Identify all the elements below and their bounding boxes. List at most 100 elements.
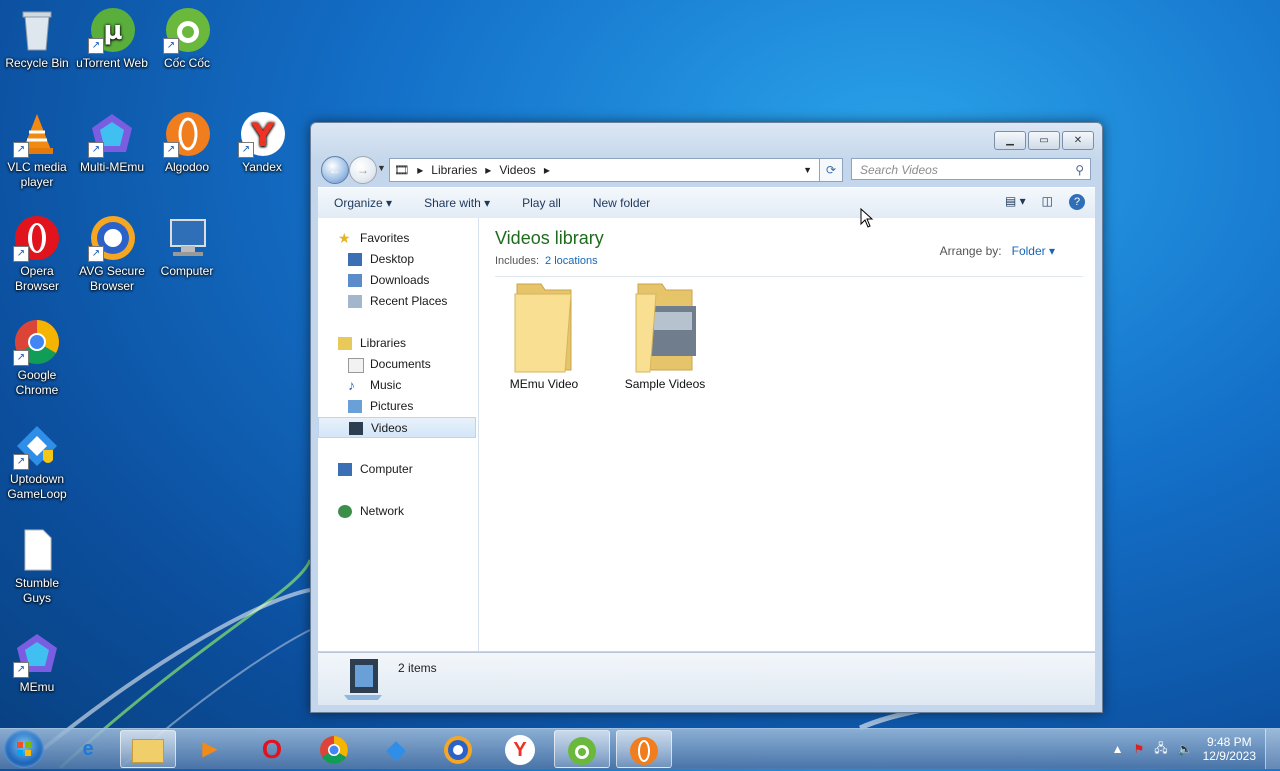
folder-item[interactable]: Sample Videos bbox=[610, 280, 720, 391]
algodoo-icon bbox=[630, 736, 658, 765]
taskbar-media-player[interactable]: ▶ bbox=[182, 730, 238, 768]
nav-desktop[interactable]: Desktop bbox=[318, 249, 476, 270]
memu-icon: ↗ bbox=[13, 630, 61, 678]
desktop-icon-coccoc[interactable]: ↗ Cốc Cốc bbox=[150, 6, 224, 71]
help-icon[interactable]: ? bbox=[1069, 194, 1085, 210]
media-player-icon: ▶ bbox=[202, 738, 218, 760]
taskbar-internet-explorer[interactable]: e bbox=[60, 730, 116, 768]
taskbar-windows-explorer[interactable] bbox=[120, 730, 176, 768]
recent-pages-dropdown-icon[interactable]: ▼ bbox=[377, 163, 386, 173]
documents-icon bbox=[348, 358, 364, 373]
desktop-icon-gameloop[interactable]: ↗ Uptodown GameLoop bbox=[0, 422, 74, 502]
breadcrumb-separator-icon: ▸ bbox=[485, 163, 492, 177]
share-with-button[interactable]: Share with ▾ bbox=[408, 196, 506, 210]
taskbar-avg-browser[interactable] bbox=[430, 730, 486, 768]
desktop-icon-stumble-guys[interactable]: Stumble Guys bbox=[0, 526, 74, 606]
play-all-button[interactable]: Play all bbox=[506, 196, 577, 210]
desktop-icon-memu[interactable]: ↗ MEmu bbox=[0, 630, 74, 695]
nav-computer[interactable]: Computer bbox=[318, 459, 476, 480]
taskbar-opera[interactable]: O bbox=[244, 730, 300, 768]
gameloop-icon: ↗ bbox=[13, 422, 61, 470]
breadcrumb-separator-icon: ▸ bbox=[543, 163, 550, 177]
shortcut-arrow-icon: ↗ bbox=[88, 38, 104, 54]
downloads-icon bbox=[348, 274, 362, 287]
coccoc-icon bbox=[568, 736, 596, 765]
shortcut-arrow-icon: ↗ bbox=[88, 246, 104, 262]
organize-button[interactable]: Organize ▾ bbox=[318, 196, 408, 210]
desktop-icon-chrome[interactable]: ↗ Google Chrome bbox=[0, 318, 74, 398]
nav-network[interactable]: Network bbox=[318, 501, 476, 522]
folder-item[interactable]: MEmu Video bbox=[489, 280, 599, 391]
shortcut-arrow-icon: ↗ bbox=[88, 142, 104, 158]
locations-link[interactable]: 2 locations bbox=[545, 255, 598, 267]
shortcut-arrow-icon: ↗ bbox=[13, 662, 29, 678]
nav-videos[interactable]: Videos bbox=[318, 417, 476, 438]
nav-documents[interactable]: Documents bbox=[318, 354, 476, 375]
avg-icon bbox=[444, 735, 472, 764]
nav-downloads[interactable]: Downloads bbox=[318, 270, 476, 291]
multi-memu-icon: ↗ bbox=[88, 110, 136, 158]
taskbar-yandex[interactable]: Y bbox=[492, 730, 548, 768]
desktop-icon-recycle-bin[interactable]: Recycle Bin bbox=[0, 6, 74, 71]
show-hidden-icons-icon[interactable]: ▲ bbox=[1112, 742, 1124, 756]
explorer-window[interactable]: ▁ ▭ ✕ ← → ▼ 🎞 ▸ Libraries ▸ Videos ▸ ▼ ⟳… bbox=[310, 122, 1103, 713]
action-center-flag-icon[interactable]: ⚑ bbox=[1134, 742, 1145, 756]
show-desktop-button[interactable] bbox=[1265, 729, 1280, 769]
breadcrumb-libraries[interactable]: Libraries bbox=[431, 163, 477, 177]
address-dropdown-icon[interactable]: ▼ bbox=[803, 165, 812, 175]
nav-pictures[interactable]: Pictures bbox=[318, 396, 476, 417]
shortcut-arrow-icon: ↗ bbox=[13, 350, 29, 366]
start-button[interactable] bbox=[4, 730, 44, 768]
back-button[interactable]: ← bbox=[321, 156, 349, 184]
refresh-button[interactable]: ⟳ bbox=[819, 158, 843, 182]
shortcut-arrow-icon: ↗ bbox=[163, 142, 179, 158]
desktop-icon-computer[interactable]: Computer bbox=[150, 214, 224, 279]
minimize-button[interactable]: ▁ bbox=[994, 131, 1026, 150]
desktop-icon-avg[interactable]: ↗ AVG Secure Browser bbox=[75, 214, 149, 294]
clock-date: 12/9/2023 bbox=[1202, 749, 1256, 763]
desktop-icon-utorrent[interactable]: µ ↗ uTorrent Web bbox=[75, 6, 149, 71]
libraries-icon bbox=[338, 337, 352, 350]
avg-icon: ↗ bbox=[88, 214, 136, 262]
desktop-icon-vlc[interactable]: ↗ VLC media player bbox=[0, 110, 74, 190]
nav-music[interactable]: ♪ Music bbox=[318, 375, 476, 396]
change-view-icon[interactable]: ▤ ▾ bbox=[1005, 194, 1026, 210]
yandex-icon: Y bbox=[505, 734, 535, 765]
arrange-by-dropdown[interactable]: Folder ▾ bbox=[1012, 244, 1055, 258]
network-status-icon[interactable]: 🖧 bbox=[1154, 739, 1167, 760]
folder-icon bbox=[509, 280, 579, 375]
clock-time: 9:48 PM bbox=[1206, 735, 1252, 749]
taskbar-coccoc[interactable] bbox=[554, 730, 610, 768]
preview-pane-icon[interactable]: ◫ bbox=[1042, 194, 1053, 210]
nav-libraries[interactable]: Libraries bbox=[318, 333, 476, 354]
recent-places-icon bbox=[348, 295, 362, 308]
status-bar: 2 items bbox=[318, 652, 1095, 705]
address-bar[interactable]: 🎞 ▸ Libraries ▸ Videos ▸ ▼ bbox=[389, 158, 821, 182]
taskbar-gameloop[interactable]: ◆ bbox=[368, 730, 424, 768]
desktop-icon-algodoo[interactable]: ↗ Algodoo bbox=[150, 110, 224, 175]
command-bar: Organize ▾ Share with ▾ Play all New fol… bbox=[318, 187, 1095, 219]
pictures-icon bbox=[348, 400, 362, 413]
videos-icon bbox=[349, 422, 363, 435]
desktop-icon-opera[interactable]: ↗ Opera Browser bbox=[0, 214, 74, 294]
clock[interactable]: 9:48 PM 12/9/2023 bbox=[1203, 735, 1256, 763]
forward-button[interactable]: → bbox=[349, 156, 377, 184]
breadcrumb-videos[interactable]: Videos bbox=[499, 163, 535, 177]
close-button[interactable]: ✕ bbox=[1062, 131, 1094, 150]
nav-favorites[interactable]: ★ Favorites bbox=[318, 228, 476, 249]
desktop-icon-yandex[interactable]: Y ↗ Yandex bbox=[225, 110, 299, 175]
search-input[interactable]: Search Videos ⚲ bbox=[851, 158, 1091, 180]
desktop-icon-multi-memu[interactable]: ↗ Multi-MEmu bbox=[75, 110, 149, 175]
folder-with-thumbnail-icon bbox=[630, 280, 700, 375]
taskbar-chrome[interactable] bbox=[306, 730, 362, 768]
opera-icon: O bbox=[261, 734, 283, 764]
volume-icon[interactable]: 🔈 bbox=[1178, 742, 1193, 756]
new-folder-button[interactable]: New folder bbox=[577, 196, 666, 210]
recycle-bin-icon bbox=[13, 6, 61, 54]
taskbar-algodoo[interactable] bbox=[616, 730, 672, 768]
maximize-button[interactable]: ▭ bbox=[1028, 131, 1060, 150]
shortcut-arrow-icon: ↗ bbox=[13, 246, 29, 262]
nav-recent-places[interactable]: Recent Places bbox=[318, 291, 476, 312]
divider bbox=[495, 276, 1083, 277]
system-tray: ▲ ⚑ 🖧 🔈 9:48 PM 12/9/2023 bbox=[1112, 729, 1256, 769]
